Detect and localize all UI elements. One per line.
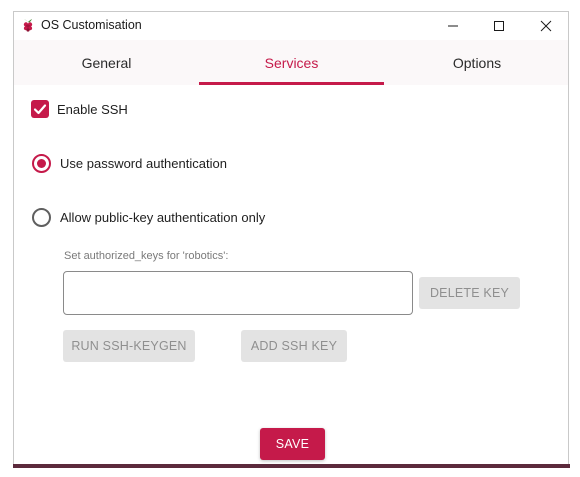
save-button[interactable]: SAVE	[260, 428, 325, 460]
window-bottom-edge	[13, 464, 570, 468]
tab-services[interactable]: Services	[199, 40, 384, 85]
pubkey-auth-radio[interactable]	[32, 208, 51, 227]
tab-bar: General Services Options	[14, 40, 568, 85]
authorized-keys-input[interactable]	[63, 271, 413, 315]
enable-ssh-checkbox[interactable]	[31, 100, 49, 118]
maximize-icon	[494, 21, 504, 31]
authorized-keys-label: Set authorized_keys for 'robotics':	[64, 250, 229, 262]
close-icon	[540, 20, 552, 32]
password-auth-label[interactable]: Use password authentication	[60, 156, 227, 171]
run-ssh-keygen-button[interactable]: RUN SSH-KEYGEN	[63, 330, 195, 362]
active-tab-indicator	[199, 82, 384, 85]
title-bar: OS Customisation	[14, 12, 568, 40]
minimize-icon	[448, 25, 458, 27]
pubkey-auth-label[interactable]: Allow public-key authentication only	[60, 210, 265, 225]
checkmark-icon	[33, 104, 47, 115]
delete-key-button[interactable]: DELETE KEY	[419, 277, 520, 309]
add-ssh-key-button[interactable]: ADD SSH KEY	[241, 330, 347, 362]
raspberry-icon	[23, 19, 33, 32]
maximize-button[interactable]	[476, 12, 522, 40]
password-auth-radio[interactable]	[32, 154, 51, 173]
tab-general[interactable]: General	[14, 40, 199, 85]
minimize-button[interactable]	[430, 12, 476, 40]
os-customisation-window: OS Customisation General Services Option…	[13, 11, 569, 466]
window-title: OS Customisation	[41, 18, 142, 32]
close-button[interactable]	[523, 12, 569, 40]
tab-options[interactable]: Options	[384, 40, 570, 85]
enable-ssh-label[interactable]: Enable SSH	[57, 102, 128, 117]
